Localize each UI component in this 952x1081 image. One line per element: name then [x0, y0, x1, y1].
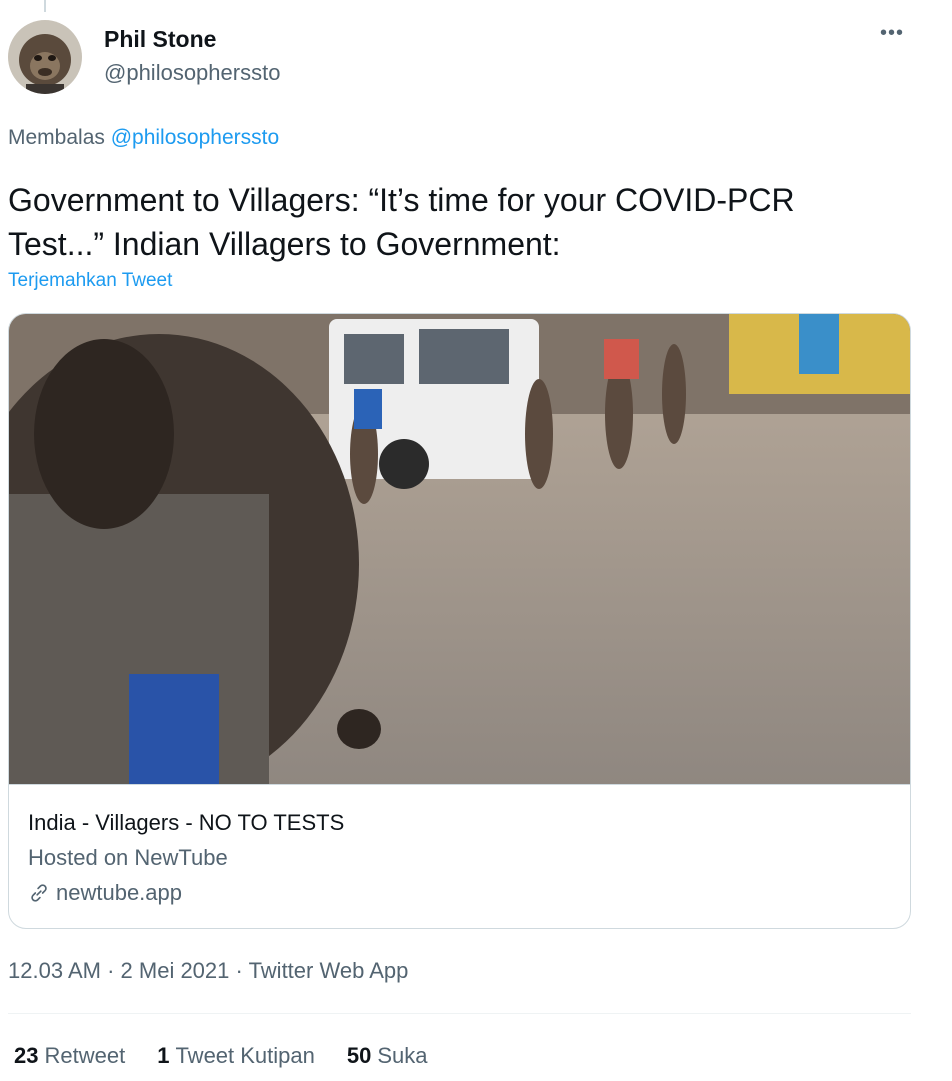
- reply-context: Membalas @philosopherssto: [8, 126, 279, 150]
- tweet-time[interactable]: 12.03 AM: [8, 958, 101, 983]
- tweet-metadata: 12.03 AM · 2 Mei 2021 · Twitter Web App: [8, 958, 408, 984]
- card-media-thumbnail[interactable]: [9, 314, 910, 785]
- tweet-source-link[interactable]: Twitter Web App: [249, 958, 409, 983]
- reply-to-handle-link[interactable]: @philosopherssto: [111, 126, 279, 149]
- likes-label: Suka: [377, 1043, 428, 1068]
- avatar[interactable]: [8, 20, 82, 94]
- meta-separator: ·: [107, 958, 115, 983]
- more-options-icon[interactable]: •••: [880, 22, 904, 45]
- likes-stat[interactable]: 50 Suka: [347, 1043, 428, 1069]
- tweet-date[interactable]: 2 Mei 2021: [121, 958, 230, 983]
- thread-connector-line: [44, 0, 46, 12]
- quote-tweets-label: Tweet Kutipan: [175, 1043, 315, 1068]
- meta-separator: ·: [235, 958, 243, 983]
- card-domain-text: newtube.app: [56, 880, 182, 905]
- card-description: Hosted on NewTube: [28, 845, 228, 870]
- retweets-stat[interactable]: 23 Retweet: [14, 1043, 125, 1069]
- card-title: India - Villagers - NO TO TESTS: [28, 810, 345, 835]
- tweet-stats: 23 Retweet 1 Tweet Kutipan 50 Suka: [14, 1043, 428, 1069]
- reply-prefix: Membalas: [8, 126, 105, 149]
- likes-count: 50: [346, 1043, 372, 1068]
- retweets-count: 23: [14, 1043, 39, 1068]
- card-domain: newtube.app: [28, 880, 182, 906]
- link-icon: [31, 884, 47, 902]
- retweets-label: Retweet: [44, 1043, 126, 1068]
- link-preview-card[interactable]: India - Villagers - NO TO TESTS Hosted o…: [8, 313, 911, 929]
- tweet-text: Government to Villagers: “It’s time for …: [8, 182, 795, 262]
- author-name[interactable]: Phil Stone: [104, 26, 216, 53]
- video-thumbnail-image: [9, 314, 910, 784]
- avatar-image: [8, 20, 82, 94]
- translate-tweet-link[interactable]: Terjemahkan Tweet: [8, 270, 172, 292]
- quote-tweets-count: 1: [157, 1043, 170, 1068]
- author-handle[interactable]: @philosopherssto: [104, 60, 280, 86]
- quote-tweets-stat[interactable]: 1 Tweet Kutipan: [157, 1043, 315, 1069]
- divider: [8, 1013, 911, 1014]
